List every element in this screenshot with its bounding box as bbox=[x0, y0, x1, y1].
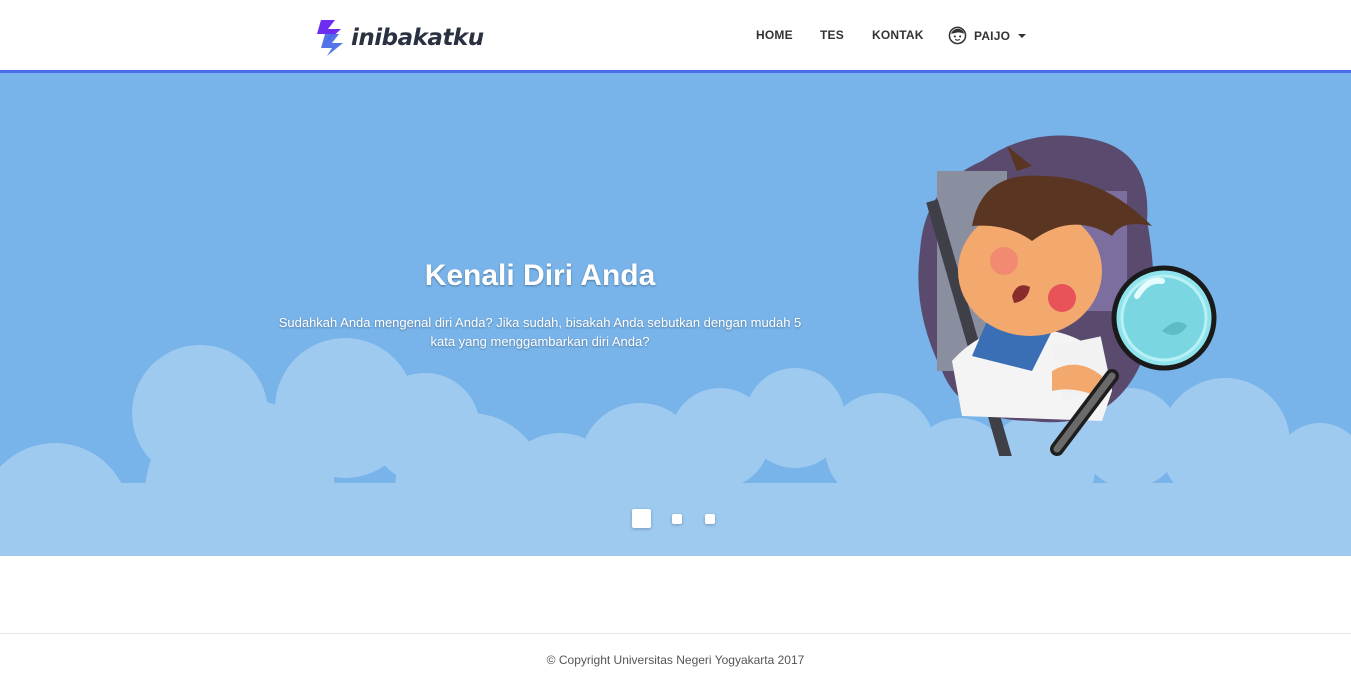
lightning-logo-icon bbox=[317, 20, 343, 56]
nav-tes[interactable]: TES bbox=[820, 28, 844, 42]
brand-logo[interactable]: inibakatku bbox=[315, 20, 484, 56]
copyright-text: © Copyright Universitas Negeri Yogyakart… bbox=[546, 653, 805, 667]
carousel-indicator-1[interactable] bbox=[632, 509, 651, 528]
caret-down-icon bbox=[1018, 33, 1027, 38]
nav-home[interactable]: HOME bbox=[756, 28, 793, 42]
user-face-icon bbox=[948, 26, 967, 45]
footer: © Copyright Universitas Negeri Yogyakart… bbox=[0, 633, 1351, 696]
navbar: inibakatku HOME TES KONTAK PAIJO bbox=[0, 0, 1351, 73]
carousel-indicator-3[interactable] bbox=[705, 514, 715, 524]
nav-kontak[interactable]: KONTAK bbox=[872, 28, 924, 42]
brand-name: inibakatku bbox=[351, 25, 484, 51]
slide-description: Sudahkah Anda mengenal diri Anda? Jika s… bbox=[278, 315, 802, 349]
boy-with-magnifying-glass-illustration bbox=[918, 135, 1217, 456]
hero-carousel: Kenali Diri Anda Sudahkah Anda mengenal … bbox=[0, 73, 1351, 556]
slide-title: Kenali Diri Anda bbox=[424, 259, 656, 292]
user-name: PAIJO bbox=[974, 28, 1011, 43]
user-menu-toggle[interactable]: PAIJO bbox=[948, 26, 1027, 45]
carousel-indicator-2[interactable] bbox=[672, 514, 682, 524]
